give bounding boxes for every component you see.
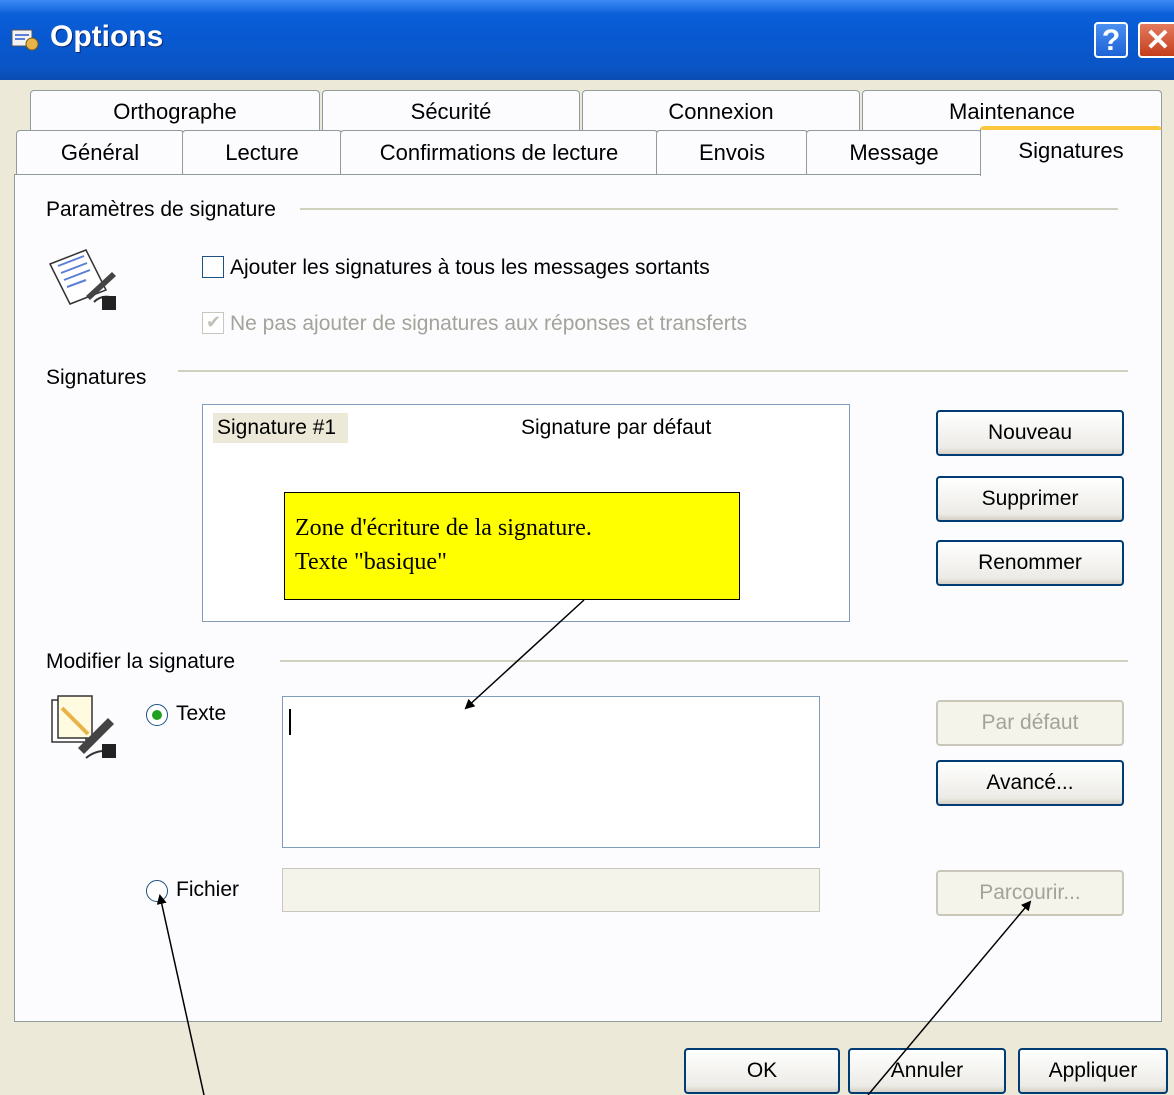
- signature-settings-label: Paramètres de signature: [46, 198, 284, 222]
- cancel-button[interactable]: Annuler: [848, 1048, 1006, 1094]
- list-item-signature-note: Signature par défaut: [521, 416, 712, 439]
- list-item-signature-name[interactable]: Signature #1: [213, 413, 349, 443]
- signature-file-input[interactable]: [282, 868, 820, 912]
- text-radio-label: Texte: [176, 702, 227, 725]
- edit-signature-label: Modifier la signature: [46, 650, 244, 674]
- radio-selected-dot: [152, 710, 162, 720]
- add-signatures-checkbox[interactable]: [202, 256, 224, 278]
- group-divider: [300, 208, 1118, 210]
- close-icon: ✕: [1145, 24, 1171, 57]
- delete-button[interactable]: Supprimer: [936, 476, 1124, 522]
- tab-lecture[interactable]: Lecture: [182, 130, 342, 174]
- tab-connexion[interactable]: Connexion: [582, 90, 860, 130]
- no-replies-label: Ne pas ajouter de signatures aux réponse…: [230, 312, 748, 335]
- edit-signature-icon: [51, 695, 116, 759]
- group-divider: [280, 660, 1128, 662]
- tab-orthographe[interactable]: Orthographe: [30, 90, 320, 130]
- annotation-line-2: Texte "basique": [295, 549, 447, 575]
- rename-button[interactable]: Renommer: [936, 540, 1124, 586]
- text-radio[interactable]: [146, 704, 168, 726]
- tab-signatures[interactable]: Signatures: [980, 126, 1162, 176]
- signature-text-input[interactable]: [282, 696, 820, 848]
- tab-maintenance[interactable]: Maintenance: [862, 90, 1162, 130]
- new-button[interactable]: Nouveau: [936, 410, 1124, 456]
- ok-button[interactable]: OK: [684, 1048, 840, 1094]
- advanced-button[interactable]: Avancé...: [936, 760, 1124, 806]
- close-button[interactable]: ✕: [1138, 22, 1174, 58]
- tab-message[interactable]: Message: [806, 130, 982, 174]
- file-radio-label: Fichier: [176, 878, 240, 901]
- group-divider: [178, 370, 1128, 372]
- text-caret: [289, 709, 291, 735]
- tab-confirmations[interactable]: Confirmations de lecture: [340, 130, 658, 174]
- file-radio[interactable]: [146, 880, 168, 902]
- tab-securite[interactable]: Sécurité: [322, 90, 580, 130]
- help-icon: ?: [1101, 24, 1121, 57]
- no-replies-checkbox[interactable]: ✔: [202, 312, 224, 334]
- window-title: Options: [50, 20, 164, 53]
- apply-button[interactable]: Appliquer: [1018, 1048, 1168, 1094]
- signatures-label: Signatures: [46, 366, 155, 390]
- title-bar: Options ? ✕: [0, 0, 1174, 80]
- options-window-icon: [11, 29, 39, 51]
- signature-document-icon: [48, 249, 116, 310]
- help-button[interactable]: ?: [1094, 22, 1128, 58]
- annotation-callout: Zone d'écriture de la signature. Texte "…: [284, 492, 740, 600]
- tab-envois[interactable]: Envois: [656, 130, 808, 174]
- checkmark-icon: ✔: [206, 312, 222, 332]
- add-signatures-label: Ajouter les signatures à tous les messag…: [230, 256, 710, 279]
- default-button[interactable]: Par défaut: [936, 700, 1124, 746]
- tab-general[interactable]: Général: [16, 130, 184, 174]
- browse-button[interactable]: Parcourir...: [936, 870, 1124, 916]
- annotation-line-1: Zone d'écriture de la signature.: [295, 515, 592, 541]
